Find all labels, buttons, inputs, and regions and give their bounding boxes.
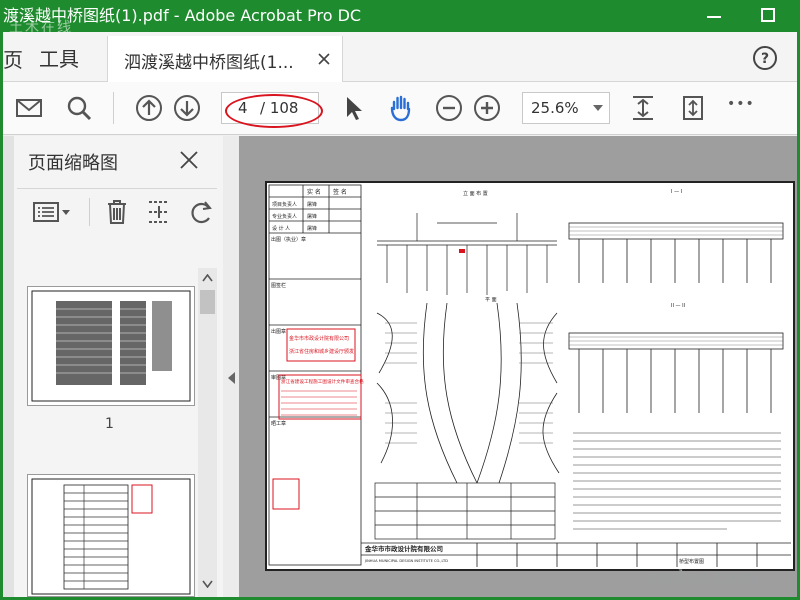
sheet-title: 桥型布置图 <box>679 558 704 565</box>
toolbar-separator <box>113 92 114 124</box>
company-name: 金华市市政设计院有限公司 <box>364 544 443 553</box>
home-tab[interactable]: 页 <box>3 44 23 73</box>
cndao-watermark: cndao.com <box>649 567 757 588</box>
close-icon[interactable] <box>179 150 199 170</box>
help-symbol: ? <box>761 51 769 67</box>
thumbnail-2-preview <box>31 478 191 595</box>
scroll-down-icon[interactable] <box>202 580 213 588</box>
section-mark-2: II — II <box>671 303 685 309</box>
review-stamp: 浙江省建设工程施工图设计文件审查合格 <box>281 378 364 385</box>
page-number-highlight-ring <box>225 94 323 128</box>
search-icon[interactable] <box>65 94 93 122</box>
section-label-3: 出图章 <box>271 328 286 335</box>
page-up-icon[interactable] <box>135 94 163 122</box>
stamp-line-1: 金华市市政设计院有限公司 <box>289 335 349 342</box>
thumbnail-scrollbar[interactable] <box>198 268 217 597</box>
zoom-level-dropdown[interactable]: 25.6% <box>522 92 610 124</box>
zoom-out-icon[interactable] <box>435 94 463 122</box>
document-tab[interactable]: 泗渡溪越中桥图纸(1... <box>107 36 343 82</box>
section-mark-1: I — I <box>671 189 682 195</box>
menu-tab-bar: 页 工具 泗渡溪越中桥图纸(1... ? <box>3 32 797 82</box>
maximize-button[interactable] <box>761 8 775 22</box>
plan-label: 平 面 <box>485 297 497 303</box>
company-name-en: JINHUA MUNICIPAL DESIGN INSTITUTE CO.,LT… <box>364 559 448 563</box>
panel-title: 页面缩略图 <box>28 153 118 174</box>
zoom-in-icon[interactable] <box>473 94 501 122</box>
role-label-3: 设 计 人 <box>272 225 290 232</box>
role-label-2: 专业负责人 <box>272 213 297 220</box>
fit-page-icon[interactable] <box>629 94 657 122</box>
zoom-level-value: 25.6% <box>531 99 579 117</box>
scroll-up-icon[interactable] <box>202 274 213 282</box>
section-label-2: 图签栏 <box>271 282 286 289</box>
page-thumbnails-panel: 页面缩略图 1 <box>3 136 223 597</box>
thumbnail-1-preview <box>31 290 191 402</box>
panel-splitter[interactable] <box>223 136 239 597</box>
hand-tool-icon[interactable] <box>387 94 415 122</box>
title-bar: 渡溪越中桥图纸(1).pdf - Adobe Acrobat Pro DC 土木… <box>3 0 797 36</box>
bridge-drawing: 实 名 签 名 项目负责人 专业负责人 设 计 人 屠锋 屠锋 屠锋 出图（执业… <box>268 184 791 567</box>
header-cell-sign: 签 名 <box>333 188 347 196</box>
trash-icon[interactable] <box>103 198 131 226</box>
mail-icon[interactable] <box>15 94 43 122</box>
collapse-panel-icon[interactable] <box>228 372 235 384</box>
thumbnail-1-label: 1 <box>105 416 114 432</box>
insert-page-icon[interactable] <box>145 198 173 226</box>
select-pointer-icon[interactable] <box>339 94 367 122</box>
header-cell-name: 实 名 <box>307 188 321 196</box>
scrollbar-thumb[interactable] <box>200 290 215 314</box>
role-name-3: 屠锋 <box>307 225 317 232</box>
help-icon[interactable]: ? <box>752 45 778 71</box>
acrobat-window: 渡溪越中桥图纸(1).pdf - Adobe Acrobat Pro DC 土木… <box>3 0 797 597</box>
page-thumbnail-2[interactable] <box>27 474 195 597</box>
panel-divider <box>17 188 217 189</box>
page-thumbnail-1[interactable] <box>27 286 195 406</box>
tools-tab[interactable]: 工具 <box>39 43 79 72</box>
engineering-drawing-page: 实 名 签 名 项目负责人 专业负责人 设 计 人 屠锋 屠锋 屠锋 出图（执业… <box>265 181 795 571</box>
more-tools-button[interactable]: ••• <box>727 96 755 112</box>
document-tab-label: 泗渡溪越中桥图纸(1... <box>124 53 294 73</box>
scroll-mode-icon[interactable] <box>679 94 707 122</box>
page-down-icon[interactable] <box>173 94 201 122</box>
elevation-label: 立 面 布 置 <box>463 190 488 197</box>
minimize-button[interactable] <box>707 16 721 18</box>
close-icon[interactable] <box>316 51 332 67</box>
role-name-2: 屠锋 <box>307 213 317 220</box>
thumbnail-options-icon[interactable] <box>31 198 73 226</box>
role-name-1: 屠锋 <box>307 201 317 208</box>
section-label-1: 出图（执业）章 <box>271 236 306 243</box>
stamp-line-2: 浙江省住房和城乡建设厅颁发 <box>289 348 354 355</box>
role-label-1: 项目负责人 <box>272 201 297 208</box>
chevron-down-icon <box>593 105 603 111</box>
rotate-page-icon[interactable] <box>187 198 215 226</box>
panel-tool-separator <box>89 198 90 226</box>
main-toolbar: 4 / 108 25.6% ••• <box>3 82 797 135</box>
panel-edge-strip <box>3 136 14 597</box>
document-view[interactable]: 实 名 签 名 项目负责人 专业负责人 设 计 人 屠锋 屠锋 屠锋 出图（执业… <box>239 136 797 597</box>
section-label-5: 晒工章 <box>271 420 286 427</box>
